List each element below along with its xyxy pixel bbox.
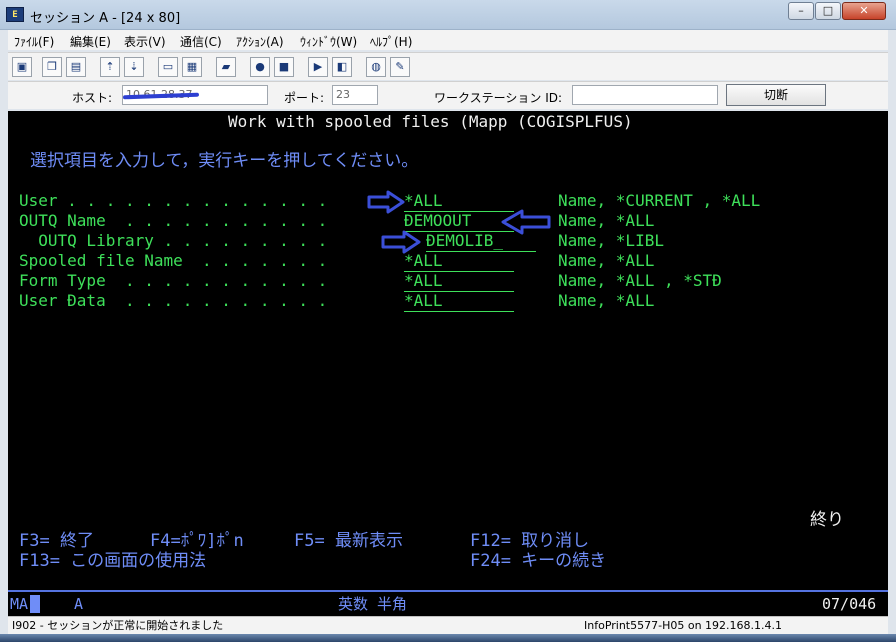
print-screen-icon[interactable]: ▣	[12, 57, 32, 77]
os-taskbar	[0, 634, 896, 642]
field-hint-form-type: Name, *ALL , *STĐ	[558, 271, 722, 290]
fkey-f3[interactable]: F3= 終了	[19, 531, 94, 551]
operator-info-area: MA A 英数 半角 07/046	[8, 590, 888, 616]
macro-play-icon[interactable]: ■	[274, 57, 294, 77]
window-title-bar: E セッション A - [24 x 80] – □ ✕	[0, 0, 896, 30]
menu-view[interactable]: 表示(V)	[124, 33, 166, 50]
end-indicator: 終り	[810, 510, 844, 530]
copy-icon[interactable]: ❐	[42, 57, 62, 77]
field-label-outq-name: OUTQ Name . . . . . . . . . . .	[19, 211, 328, 230]
macro-icon[interactable]: ◧	[332, 57, 352, 77]
field-input-form-type[interactable]: *ALL	[404, 271, 514, 292]
workstation-id-field[interactable]	[572, 85, 718, 105]
close-button[interactable]: ✕	[842, 2, 886, 20]
macro-stop-icon[interactable]: ●	[250, 57, 270, 77]
disconnect-button[interactable]: 切断	[726, 84, 826, 106]
field-hint-outq-library: Name, *LIBL	[558, 231, 664, 250]
maximize-button[interactable]: □	[815, 2, 841, 20]
menu-comm[interactable]: 通信(C)	[180, 33, 222, 50]
field-label-user: User . . . . . . . . . . . . . .	[19, 191, 328, 210]
oia-input-mode: 英数 半角	[338, 595, 408, 613]
window-title: セッション A - [24 x 80]	[30, 11, 181, 26]
menu-window[interactable]: ｳｨﾝﾄﾞｳ(W)	[300, 33, 357, 50]
fkey-f12[interactable]: F12= 取り消し	[470, 531, 589, 551]
menu-help[interactable]: ﾍﾙﾌﾟ(H)	[370, 33, 412, 50]
message-bar: I902 - セッションが正常に開始されました InfoPrint5577-H0…	[8, 616, 888, 634]
field-label-outq-library: OUTQ Library . . . . . . . . .	[19, 231, 328, 250]
keypad-icon[interactable]: ▦	[182, 57, 202, 77]
toolbar: ▣ ❐ ▤ ⇡ ⇣ ▭ ▦ ▰ ● ■ ▶ ◧ ◍ ✎	[8, 52, 888, 80]
oia-session-id: A	[74, 595, 84, 613]
workstation-label: ワークステーション ID:	[434, 91, 563, 105]
field-input-user[interactable]: *ALL	[404, 191, 514, 212]
emulator-app-icon: E	[6, 7, 24, 22]
oia-cursor-block	[30, 595, 40, 613]
host-label: ホスト:	[72, 91, 113, 105]
help-icon[interactable]: ✎	[390, 57, 410, 77]
arrow-right-icon	[367, 190, 405, 214]
field-hint-user: Name, *CURRENT , *ALL	[558, 191, 761, 210]
send-file-icon[interactable]: ⇡	[100, 57, 120, 77]
play-icon[interactable]: ▶	[308, 57, 328, 77]
printer-info: InfoPrint5577-H05 on 192.168.1.4.1	[584, 619, 783, 632]
arrow-right-icon	[381, 230, 421, 254]
port-label: ポート:	[284, 91, 325, 105]
field-hint-outq-name: Name, *ALL	[558, 211, 655, 230]
menu-edit[interactable]: 編集(E)	[70, 33, 111, 50]
menu-action[interactable]: ｱｸｼｮﾝ(A)	[236, 33, 284, 50]
fkey-f13[interactable]: F13= この画面の使用法	[19, 551, 206, 571]
display-icon[interactable]: ▭	[158, 57, 178, 77]
fkey-f24[interactable]: F24= キーの続き	[470, 551, 606, 571]
paste-icon[interactable]: ▤	[66, 57, 86, 77]
screen-title: Work with spooled files (Mapp (COGISPLFU…	[228, 112, 633, 131]
web-globe-icon[interactable]: ◍	[366, 57, 386, 77]
field-label-spooled-file: Spooled file Name . . . . . . .	[19, 251, 328, 270]
menu-file[interactable]: ﾌｧｲﾙ(F)	[14, 33, 54, 50]
field-hint-spooled-file: Name, *ALL	[558, 251, 655, 270]
oia-cursor-position: 07/046	[822, 595, 877, 613]
field-input-user-data[interactable]: *ALL	[404, 291, 514, 312]
instruction-text: 選択項目を入力して，実行キーを押してください。	[30, 151, 419, 171]
receive-file-icon[interactable]: ⇣	[124, 57, 144, 77]
terminal-screen[interactable]: Work with spooled files (Mapp (COGISPLFU…	[8, 111, 888, 590]
connection-bar: ホスト: 10.61.28.37 ポート: 23 ワークステーション ID: 切…	[8, 81, 888, 109]
status-message: I902 - セッションが正常に開始されました	[12, 619, 224, 632]
port-field[interactable]: 23	[332, 85, 378, 105]
macro-record-icon[interactable]: ▰	[216, 57, 236, 77]
menu-bar: ﾌｧｲﾙ(F) 編集(E) 表示(V) 通信(C) ｱｸｼｮﾝ(A) ｳｨﾝﾄﾞ…	[8, 30, 888, 50]
field-label-user-data: User Đata . . . . . . . . . . .	[19, 291, 328, 310]
fkey-f4[interactable]: F4=ﾎﾟﾜ]ﾎﾟn	[150, 531, 244, 551]
oia-system-available: MA	[10, 595, 29, 613]
field-hint-user-data: Name, *ALL	[558, 291, 655, 310]
field-label-form-type: Form Type . . . . . . . . . . .	[19, 271, 328, 290]
host-field[interactable]: 10.61.28.37	[122, 85, 268, 105]
arrow-left-icon	[501, 209, 551, 235]
fkey-f5[interactable]: F5= 最新表示	[294, 531, 403, 551]
minimize-button[interactable]: –	[788, 2, 814, 20]
